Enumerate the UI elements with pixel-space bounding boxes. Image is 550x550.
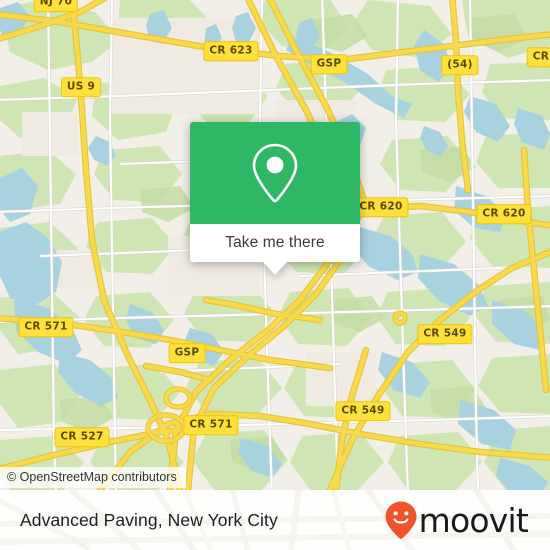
road-shield: US 9 — [60, 77, 102, 97]
map-attribution[interactable]: © OpenStreetMap contributors — [0, 467, 186, 488]
moovit-wordmark: moovit — [418, 500, 529, 540]
road-shield: CR 571 — [18, 317, 74, 337]
road-shield: GSP — [310, 54, 348, 74]
moovit-logo[interactable]: moovit — [384, 500, 529, 540]
road-shield: NJ 70 — [33, 0, 79, 12]
moovit-pin-icon — [385, 501, 417, 539]
road-shield: CR 549 — [335, 401, 391, 421]
callout-pointer-tail — [263, 262, 287, 275]
callout-image-area — [190, 122, 360, 224]
road-shield: CR 571 — [183, 415, 239, 435]
callout-action-area[interactable]: Take me there — [190, 224, 360, 262]
road-shield: CR 620 — [353, 197, 409, 217]
road-shield: CR 527 — [54, 427, 110, 447]
road-shield: CR 623 — [203, 41, 259, 61]
map-screen: NJ 70 CR 623 GSP (54) CR US 9 CR 620 CR 620 CR 5… — [0, 0, 550, 550]
road-shield: (54) — [441, 55, 479, 75]
road-shield: CR — [526, 47, 550, 67]
take-me-there-label: Take me there — [225, 234, 325, 251]
destination-callout-card[interactable]: Take me there — [190, 122, 360, 275]
footer-bar: Advanced Paving, New York City moovit — [0, 490, 550, 550]
road-shield: CR 549 — [417, 324, 473, 344]
location-pin-icon — [252, 143, 298, 203]
road-shield: GSP — [168, 343, 206, 363]
place-title: Advanced Paving, New York City — [20, 509, 278, 530]
road-shield: CR 620 — [476, 204, 532, 224]
